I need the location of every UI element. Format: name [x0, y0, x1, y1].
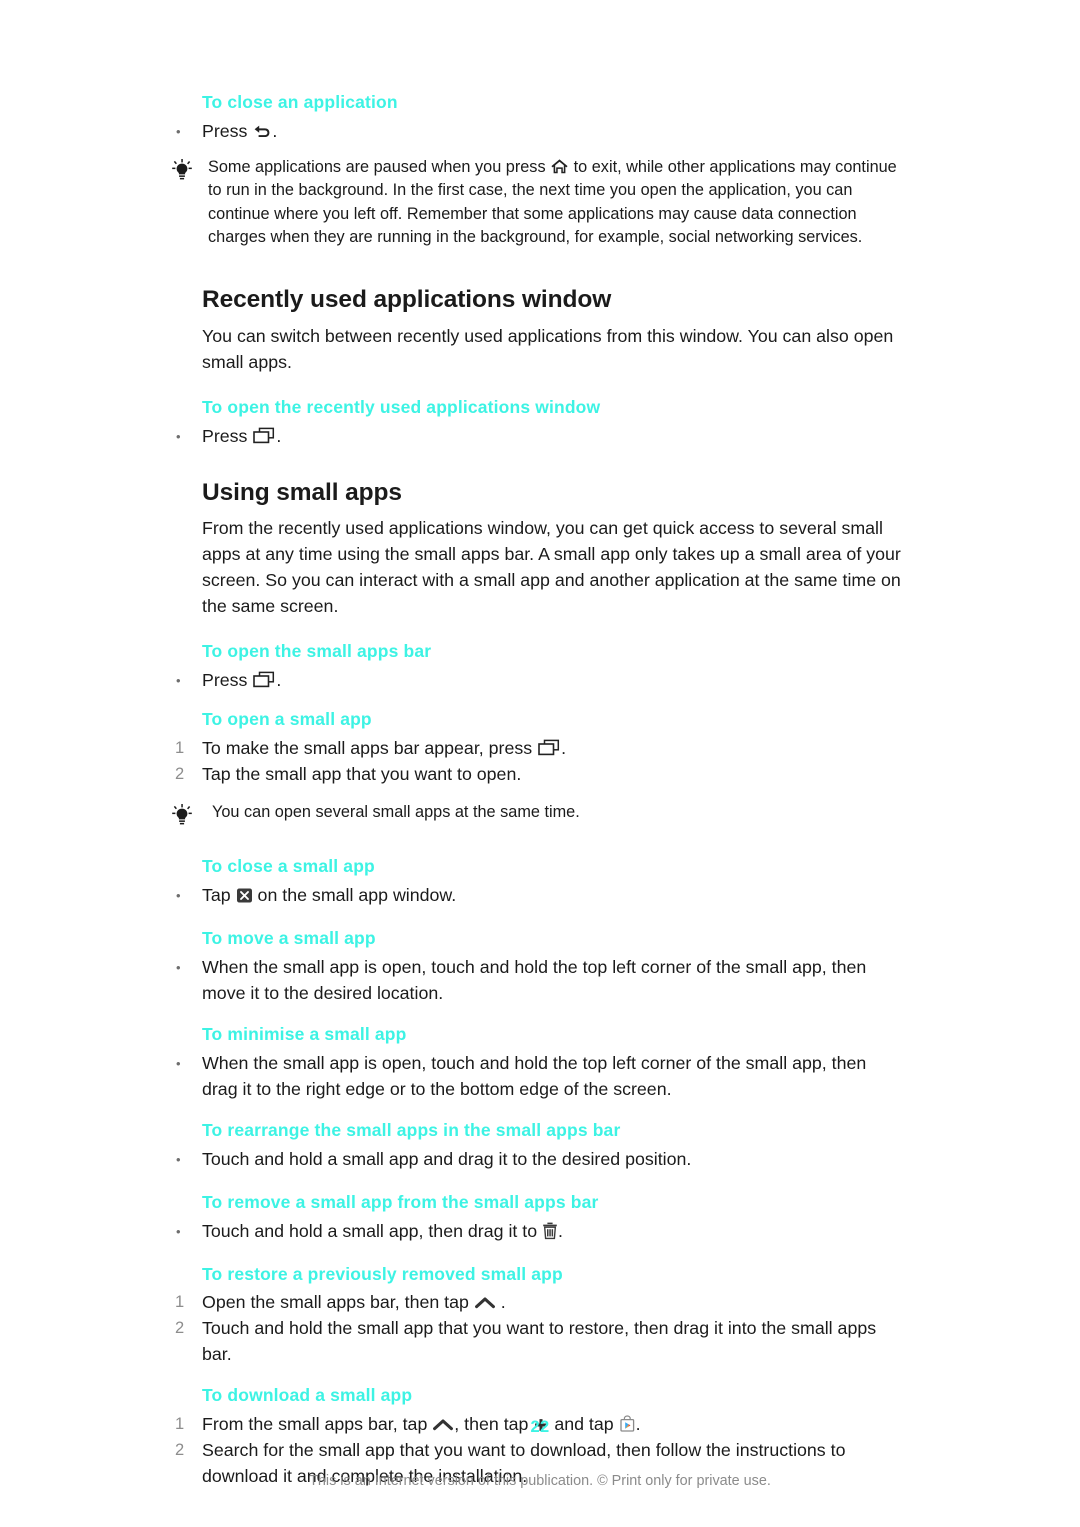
step-text: Tap the small app that you want to open. — [202, 764, 522, 785]
list-item: Tap on the small app window. — [172, 882, 904, 910]
text-fragment: . — [272, 120, 278, 141]
text-fragment: on the small app window. — [252, 885, 457, 906]
bullet-marker — [172, 423, 202, 451]
step-number: 2 — [175, 765, 185, 784]
list-item-text: Press . — [202, 423, 904, 449]
step-number: 1 — [175, 739, 185, 758]
list-item-text: When the small app is open, touch and ho… — [202, 1052, 867, 1099]
tip-note-open-small-app: You can open several small apps at the s… — [172, 801, 904, 830]
list-item-text: Press . — [202, 118, 904, 144]
heading-open-the-small-apps-bar: To open the small apps bar — [202, 641, 432, 662]
back-arrow-icon — [252, 122, 272, 140]
bullet-marker — [172, 118, 202, 146]
tip-note-text: Some applications are paused when you pr… — [202, 156, 904, 250]
text-fragment: . — [276, 670, 282, 691]
text-fragment: Tap — [202, 885, 236, 906]
list-item: When the small app is open, touch and ho… — [172, 1050, 904, 1102]
list-item: Press . — [172, 118, 904, 146]
page-content: To close an application Press . — [172, 92, 904, 1489]
bullet-marker — [172, 667, 202, 695]
tip-note-close-application: Some applications are paused when you pr… — [172, 156, 904, 250]
bullet-marker — [172, 954, 202, 982]
bullet-marker — [172, 1050, 202, 1078]
text-fragment: . — [558, 1220, 563, 1241]
manual-page: To close an application Press . — [0, 0, 1080, 1527]
text-fragment: Press — [202, 425, 253, 446]
heading-minimise-a-small-app: To minimise a small app — [202, 1023, 407, 1044]
heading-restore-a-previously-removed-small-app: To restore a previously removed small ap… — [202, 1263, 563, 1284]
heading-recently-used-applications-window: Recently used applications window — [202, 285, 612, 313]
bullet-marker — [172, 1146, 202, 1174]
step-text: Touch and hold the small app that you wa… — [202, 1318, 877, 1365]
lightbulb-tip-icon — [172, 156, 202, 185]
step-number: 2 — [175, 1441, 185, 1460]
list-item: Press . — [172, 423, 904, 451]
text-fragment: To make the small apps bar appear, press — [202, 738, 538, 759]
heading-close-a-small-app: To close a small app — [202, 856, 375, 877]
step-text: To make the small apps bar appear, press… — [202, 735, 904, 761]
heading-rearrange-the-small-apps: To rearrange the small apps in the small… — [202, 1119, 621, 1140]
list-item: 2 Tap the small app that you want to ope… — [172, 761, 904, 787]
tip-note-text: You can open several small apps at the s… — [212, 803, 580, 822]
trash-bin-icon — [542, 1222, 558, 1240]
list-item: 1 To make the small apps bar appear, pre… — [172, 735, 904, 761]
text-fragment: . — [495, 1292, 506, 1313]
list-item: Touch and hold a small app and drag it t… — [172, 1146, 904, 1174]
list-item: Touch and hold a small app, then drag it… — [172, 1218, 904, 1246]
list-item: 2 Touch and hold the small app that you … — [172, 1315, 904, 1367]
bullet-marker — [172, 1218, 202, 1246]
bullet-marker — [172, 882, 202, 910]
recent-apps-icon — [252, 427, 276, 445]
recent-apps-icon — [252, 671, 276, 689]
recent-apps-icon — [537, 739, 561, 757]
list-item-text: Touch and hold a small app and drag it t… — [202, 1148, 692, 1169]
heading-using-small-apps: Using small apps — [202, 478, 402, 506]
heading-remove-a-small-app: To remove a small app from the small app… — [202, 1191, 599, 1212]
list-item: Press . — [172, 667, 904, 695]
text-fragment: Press — [202, 670, 253, 691]
step-number: 1 — [175, 1293, 185, 1312]
list-item-text: When the small app is open, touch and ho… — [202, 956, 867, 1003]
paragraph-using-small-apps: From the recently used applications wind… — [202, 518, 901, 617]
page-number: 22 — [530, 1418, 550, 1436]
footer-note: This is an Internet version of this publ… — [309, 1473, 771, 1489]
list-item: 1 Open the small apps bar, then tap . — [172, 1289, 904, 1315]
heading-close-an-application: To close an application — [202, 92, 398, 112]
heading-download-a-small-app: To download a small app — [202, 1385, 413, 1406]
heading-move-a-small-app: To move a small app — [202, 928, 376, 949]
list-item-text: Press . — [202, 667, 904, 693]
text-fragment: Open the small apps bar, then tap — [202, 1292, 474, 1313]
text-fragment: Touch and hold a small app, then drag it… — [202, 1220, 543, 1241]
list-item-text: Tap on the small app window. — [202, 882, 904, 908]
heading-open-a-small-app: To open a small app — [202, 709, 372, 730]
text-fragment: Press — [202, 120, 253, 141]
heading-open-recently-used-applications-window: To open the recently used applications w… — [202, 396, 601, 417]
lightbulb-tip-icon — [172, 801, 202, 830]
home-icon — [550, 158, 569, 175]
chevron-up-icon — [474, 1295, 496, 1311]
close-small-app-icon — [236, 887, 253, 904]
text-fragment: . — [276, 425, 282, 446]
text-fragment: . — [561, 738, 567, 759]
step-number: 2 — [175, 1319, 185, 1338]
step-text: Open the small apps bar, then tap . — [202, 1289, 904, 1315]
list-item: When the small app is open, touch and ho… — [172, 954, 904, 1006]
text-fragment: Some applications are paused when you pr… — [208, 157, 551, 176]
list-item-text: Touch and hold a small app, then drag it… — [202, 1218, 904, 1244]
paragraph-recently-used-applications: You can switch between recently used app… — [202, 325, 894, 372]
